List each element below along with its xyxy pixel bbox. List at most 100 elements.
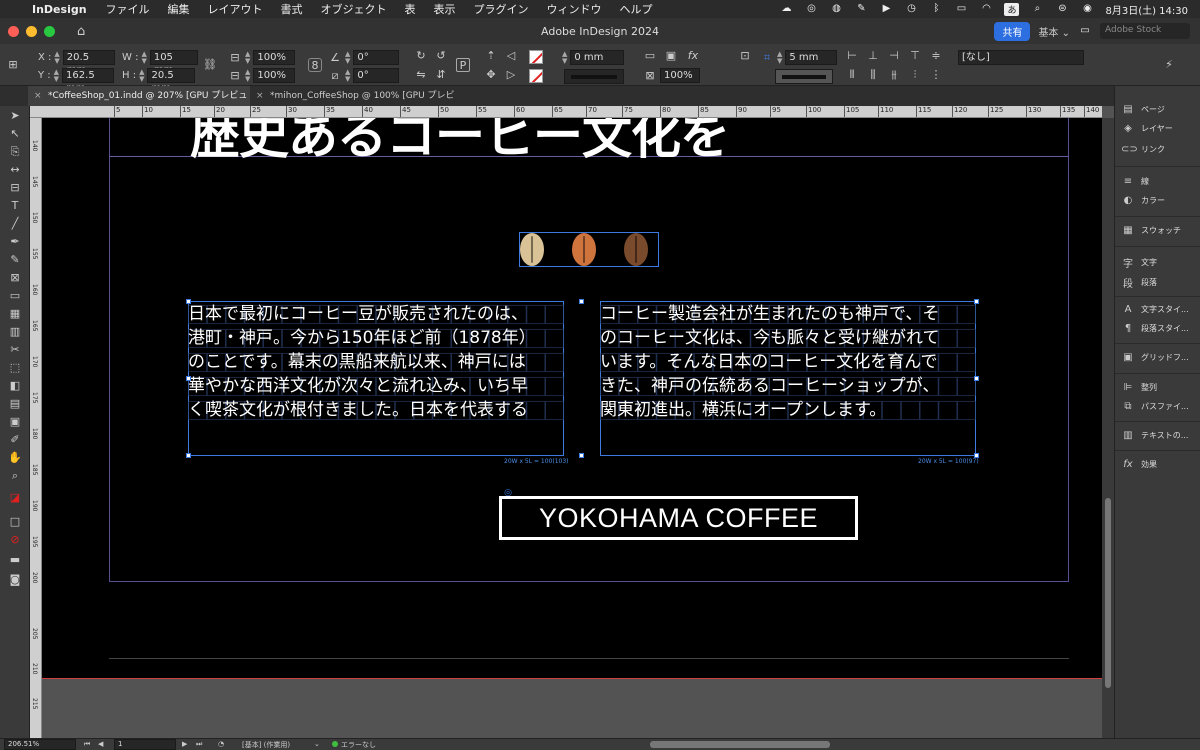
- align-center-icon[interactable]: ⊥: [866, 49, 880, 63]
- h-stepper[interactable]: ▲ ▼: [139, 68, 144, 83]
- panel-menu-icon[interactable]: ⚡: [1162, 58, 1176, 72]
- selection-tool-icon[interactable]: ➤: [6, 108, 24, 124]
- headline-text[interactable]: 歴史あるコーヒー文化を: [190, 118, 730, 168]
- direct-selection-tool-icon[interactable]: ↖: [6, 126, 24, 142]
- cloud-icon[interactable]: ☁: [779, 3, 793, 15]
- menu-view[interactable]: 表示: [425, 1, 465, 17]
- grid-tool-icon[interactable]: ▦: [6, 306, 24, 322]
- opacity-field[interactable]: 100%: [660, 68, 700, 83]
- line-tool-icon[interactable]: ╱: [6, 216, 24, 232]
- scale-x-stepper[interactable]: ▲ ▼: [245, 50, 250, 65]
- offset-stepper[interactable]: ▲ ▼: [777, 50, 782, 65]
- height-field[interactable]: 20.5 mm: [147, 68, 196, 94]
- scale-y-stepper[interactable]: ▲ ▼: [245, 68, 250, 83]
- screen-mode-icon[interactable]: ▬: [6, 552, 24, 568]
- play-icon[interactable]: ▶: [879, 3, 893, 15]
- panel-links[interactable]: ⊂⊃ リンク: [1121, 144, 1165, 155]
- select-container-icon[interactable]: ⇡: [484, 49, 498, 63]
- table-tool-icon[interactable]: ▥: [6, 324, 24, 340]
- flip-vertical-icon[interactable]: ⇵: [434, 68, 448, 82]
- arrange-documents-icon[interactable]: ▭: [1078, 25, 1092, 37]
- preview-mode-icon[interactable]: ◙: [6, 572, 24, 588]
- menu-layout[interactable]: レイアウト: [199, 1, 272, 17]
- adobe-stock-search[interactable]: Adobe Stock: [1100, 23, 1190, 39]
- w-stepper[interactable]: ▲ ▼: [141, 50, 146, 65]
- select-next-icon[interactable]: ▷: [504, 68, 518, 82]
- clock-icon[interactable]: ◷: [904, 3, 918, 15]
- menu-file[interactable]: ファイル: [97, 1, 159, 17]
- text-wrap-none-icon[interactable]: ▭: [643, 49, 657, 63]
- y-stepper[interactable]: ▲ ▼: [54, 68, 59, 83]
- resize-handle[interactable]: [579, 453, 584, 458]
- gap-tool-icon[interactable]: ↔: [6, 162, 24, 178]
- yokohama-coffee-logo[interactable]: YOKOHAMA COFFEE: [499, 496, 858, 540]
- effects-icon[interactable]: fx: [686, 49, 700, 63]
- constrain-proportions-icon[interactable]: ⛓: [203, 58, 217, 72]
- distribute-left-icon[interactable]: ⫴: [845, 68, 859, 82]
- content-collector-icon[interactable]: ⊟: [6, 180, 24, 196]
- resize-handle[interactable]: [579, 299, 584, 304]
- wifi-icon[interactable]: ◠: [979, 3, 993, 15]
- rectangle-frame-tool-icon[interactable]: ⊠: [6, 270, 24, 286]
- panel-grid-format[interactable]: ▣ グリッドフ...: [1121, 352, 1188, 363]
- panel-text-wrap[interactable]: ▥ テキストの...: [1121, 430, 1188, 441]
- control-center-icon[interactable]: ⊜: [1055, 3, 1069, 15]
- previous-page-icon[interactable]: ◀: [98, 740, 103, 748]
- scissors-tool-icon[interactable]: ✂: [6, 342, 24, 358]
- battery-icon[interactable]: ▭: [954, 3, 968, 15]
- tab-coffeeshop-01[interactable]: × *CoffeeShop_01.indd @ 207% [GPU プレビュー]: [28, 86, 250, 121]
- fill-swatch[interactable]: [529, 50, 543, 64]
- resize-handle[interactable]: [974, 453, 979, 458]
- rotate-cw-icon[interactable]: ↻: [414, 49, 428, 63]
- distribute-center-icon[interactable]: ⫼: [866, 68, 880, 82]
- panel-pathfinder[interactable]: ⧉ パスファイ...: [1121, 401, 1188, 412]
- x-position-field[interactable]: 20.5 mm: [62, 50, 115, 76]
- page-tool-icon[interactable]: ⎘: [6, 144, 24, 160]
- panel-character[interactable]: 字文字: [1121, 255, 1157, 270]
- guide-line[interactable]: [109, 658, 1069, 659]
- menu-app-name[interactable]: InDesign: [30, 3, 97, 16]
- rotate-ccw-icon[interactable]: ↺: [434, 49, 448, 63]
- pencil-tool-icon[interactable]: ✎: [6, 252, 24, 268]
- menu-table[interactable]: 表: [396, 1, 425, 17]
- shear-stepper[interactable]: ▲ ▼: [345, 68, 350, 83]
- eyedropper-tool-icon[interactable]: ✐: [6, 432, 24, 448]
- resize-handle[interactable]: [186, 453, 191, 458]
- body-text-column-1[interactable]: 日本で最初にコーヒー豆が販売されたのは、 港町・神戸。今から150年ほど前（18…: [188, 302, 536, 422]
- close-window-button[interactable]: [8, 25, 19, 37]
- gradient-tool-icon[interactable]: ◧: [6, 378, 24, 394]
- resize-handle[interactable]: [186, 376, 191, 381]
- drop-shadow-icon[interactable]: ▣: [664, 49, 678, 63]
- horizontal-ruler[interactable]: 5 10 15 20 25 30 35 40 45 50 55 60 65 70…: [30, 106, 1102, 118]
- zoom-level-field[interactable]: 206.51%: [4, 739, 76, 750]
- page-number-field[interactable]: 1: [114, 739, 176, 750]
- apply-container-icon[interactable]: □: [6, 514, 24, 530]
- resize-handle[interactable]: [974, 376, 979, 381]
- free-transform-tool-icon[interactable]: ⬚: [6, 360, 24, 376]
- close-tab-icon[interactable]: ×: [256, 86, 264, 106]
- note-tool-icon[interactable]: ▣: [6, 414, 24, 430]
- share-button[interactable]: 共有: [994, 21, 1031, 41]
- workspace-switcher[interactable]: 基本 ⌄: [1038, 24, 1070, 39]
- menu-help[interactable]: ヘルプ: [611, 1, 662, 17]
- distribute-right-icon[interactable]: ⫵: [887, 68, 901, 82]
- stroke-swatch[interactable]: [529, 69, 543, 83]
- menubar-datetime[interactable]: 8月3日(土) 14:30: [1105, 2, 1188, 17]
- type-tool-icon[interactable]: T: [6, 198, 24, 214]
- sync-icon[interactable]: ◍: [829, 3, 843, 15]
- search-icon[interactable]: ⌕: [1030, 3, 1044, 15]
- panel-pages[interactable]: ▤ ページ: [1121, 104, 1165, 115]
- open-page-icon[interactable]: ◔: [218, 740, 224, 748]
- menu-edit[interactable]: 編集: [159, 1, 199, 17]
- object-style-preview[interactable]: [775, 69, 833, 84]
- link-scale-icon[interactable]: 8: [308, 58, 322, 72]
- x-stepper[interactable]: ▲ ▼: [54, 50, 59, 65]
- object-style-dropdown[interactable]: [なし]: [958, 50, 1084, 65]
- body-text-column-2[interactable]: コーヒー製造会社が生まれたのも神戸で、そ のコーヒー文化は、今も脈々と受け継がれ…: [600, 302, 940, 422]
- menu-window[interactable]: ウィンドウ: [538, 1, 611, 17]
- distribute-top-icon[interactable]: ⫶: [908, 68, 922, 82]
- close-tab-icon[interactable]: ×: [34, 86, 42, 106]
- pen-icon[interactable]: ✎: [854, 3, 868, 15]
- minimize-window-button[interactable]: [26, 25, 37, 37]
- distribute-bottom-icon[interactable]: ⋮: [929, 68, 943, 82]
